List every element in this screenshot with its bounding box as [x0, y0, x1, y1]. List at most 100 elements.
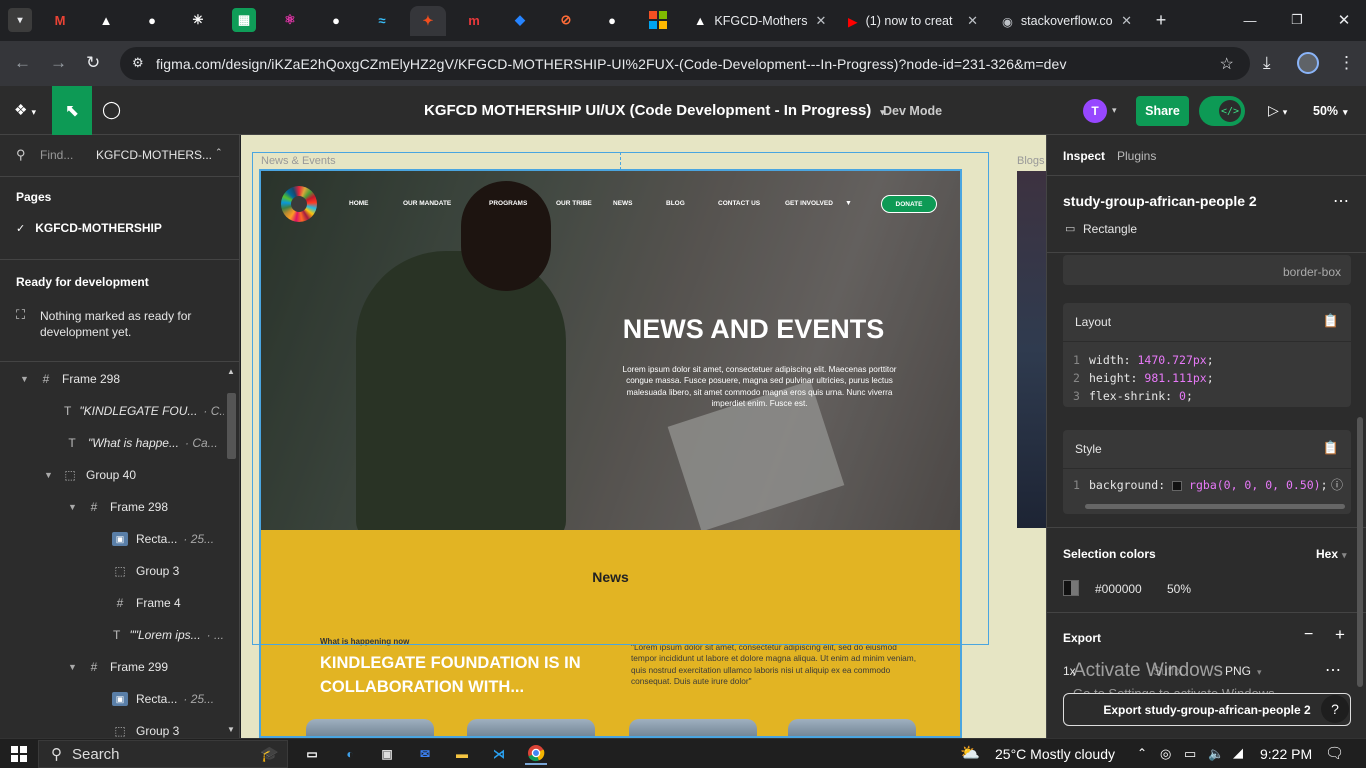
chevron-down-icon[interactable]: ▼ [68, 502, 78, 512]
windows-start-icon[interactable] [8, 743, 30, 765]
dev-mode-toggle[interactable]: </> [1199, 96, 1245, 126]
news-card-image[interactable] [629, 719, 757, 736]
store-icon[interactable]: ▣ [376, 743, 398, 765]
panel-scrollbar[interactable] [1357, 417, 1363, 687]
edge-icon[interactable]: ◐ [339, 743, 361, 765]
frame-label-blogs[interactable]: Blogs [1017, 155, 1045, 167]
profile-avatar[interactable] [1297, 52, 1319, 74]
wifi-icon[interactable]: ◢ [1233, 745, 1243, 761]
scroll-up-arrow-icon[interactable]: ▲ [227, 367, 235, 376]
help-icon[interactable]: ? [1321, 695, 1349, 723]
site-settings-icon[interactable]: ⚙ [132, 55, 144, 71]
layer-row[interactable]: ⬚ Group 3 [0, 555, 224, 587]
chevron-down-icon[interactable]: ▾ [1112, 105, 1117, 116]
file-explorer-icon[interactable]: ▬ [451, 743, 473, 765]
new-tab-button[interactable]: + [1149, 8, 1173, 32]
chrome-icon[interactable] [525, 743, 547, 765]
clock-time[interactable]: 9:22 PM [1260, 746, 1312, 762]
donate-button[interactable]: DONATE [881, 195, 937, 213]
nav-news[interactable]: NEWS [613, 200, 633, 207]
nav-home[interactable]: HOME [349, 200, 369, 207]
page-item-current[interactable]: ✓ KGFCD-MOTHERSHIP [16, 221, 162, 235]
copy-icon[interactable]: 📋 [1323, 440, 1339, 456]
battery-icon[interactable]: ▭ [1184, 746, 1196, 762]
info-icon[interactable]: ⓘ [1331, 476, 1343, 493]
avatar[interactable]: T [1083, 99, 1107, 123]
gmail-icon[interactable]: M [48, 8, 72, 32]
github-icon[interactable]: ● [324, 8, 348, 32]
tab-search-chevron-down-icon[interactable]: ▾ [8, 8, 32, 32]
layer-row[interactable]: ▼ ⬚ Group 40 [0, 459, 224, 491]
restore-button[interactable]: ❐ [1285, 8, 1309, 32]
news-card-image[interactable] [467, 719, 595, 736]
tab-inspect[interactable]: Inspect [1063, 149, 1105, 163]
close-icon[interactable]: ✕ [1121, 13, 1132, 29]
share-button[interactable]: Share [1136, 96, 1189, 126]
tab-stackoverflow[interactable]: ◉ stackoverflow.co ✕ [992, 6, 1142, 36]
download-icon[interactable]: ⤓ [1263, 53, 1271, 73]
bookmark-star-icon[interactable]: ☆ [1220, 54, 1234, 74]
copy-icon[interactable]: 📋 [1323, 313, 1339, 329]
taskbar-search[interactable]: ⚲ Search 🎓 [38, 740, 288, 768]
scroll-down-arrow-icon[interactable]: ▼ [227, 725, 235, 734]
close-icon[interactable]: ✕ [815, 13, 826, 29]
nav-programs[interactable]: PROGRAMS [489, 200, 527, 207]
selection-hex[interactable]: #000000 [1095, 582, 1142, 596]
mail-icon[interactable]: ✉ [414, 743, 436, 765]
microsoft-icon[interactable] [646, 8, 670, 32]
meet-now-icon[interactable]: ◎ [1160, 746, 1171, 762]
nav-get-involved[interactable]: GET INVOLVED [785, 200, 833, 207]
find-input[interactable]: Find... [40, 148, 73, 162]
news-events-frame[interactable]: HOME OUR MANDATE PROGRAMS OUR TRIBE NEWS… [259, 169, 962, 738]
back-arrow-icon[interactable]: ← [14, 53, 31, 73]
layer-row[interactable]: ⬚ Group 3 [0, 715, 224, 738]
scrollbar-thumb[interactable] [227, 393, 236, 459]
color-swatch[interactable] [1063, 580, 1079, 596]
news-card-image[interactable] [306, 719, 434, 736]
tab-youtube[interactable]: ▶ (1) now to creat ✕ [838, 6, 988, 36]
chatgpt-icon[interactable]: ✳ [186, 8, 210, 32]
color-format-select[interactable]: Hex ▾ [1316, 547, 1347, 561]
layer-row[interactable]: T "KINDLEGATE FOU... · C... [0, 395, 229, 427]
layer-row[interactable]: ▣ Recta... · 25... [0, 683, 224, 715]
export-button[interactable]: Export study-group-african-people 2 [1063, 693, 1351, 726]
nav-contact[interactable]: CONTACT US [718, 200, 760, 207]
move-tool-cursor-icon[interactable]: ⬉ [52, 86, 92, 135]
tailwind-icon[interactable]: ≈ [370, 8, 394, 32]
more-options-icon[interactable]: ⋯ [1325, 660, 1341, 680]
caret-down-icon[interactable]: ▼ [845, 200, 852, 207]
figma-icon[interactable]: ✦ [410, 6, 446, 36]
close-window-button[interactable]: ✕ [1332, 8, 1356, 32]
github-icon[interactable]: ● [600, 8, 624, 32]
news-card-image[interactable] [788, 719, 916, 736]
close-icon[interactable]: ✕ [967, 13, 978, 29]
notification-center-icon[interactable]: 🗨 [1325, 744, 1344, 762]
nav-blog[interactable]: BLOG [666, 200, 685, 207]
tab-plugins[interactable]: Plugins [1117, 149, 1156, 163]
layer-row[interactable]: ▼ # Frame 298 [0, 491, 224, 523]
jira-icon[interactable]: ◆ [508, 8, 532, 32]
figma-menu-icon[interactable]: ❖ ▾ [14, 101, 36, 119]
task-view-icon[interactable]: ▭ [301, 743, 323, 765]
plus-icon[interactable]: + [1335, 625, 1345, 645]
vscode-icon[interactable]: ⋊ [488, 743, 510, 765]
chevron-down-icon[interactable]: ▼ [20, 374, 30, 384]
blogs-frame-preview[interactable] [1017, 171, 1046, 528]
hero-image[interactable]: HOME OUR MANDATE PROGRAMS OUR TRIBE NEWS… [261, 171, 960, 530]
browser-menu-icon[interactable]: ⋮ [1338, 53, 1355, 73]
address-bar[interactable]: ⚙ figma.com/design/iKZaE2hQoxgCZmElyHZ2g… [120, 47, 1250, 80]
comment-icon[interactable]: ◯ [102, 100, 121, 120]
react-icon[interactable]: ⚛ [278, 8, 302, 32]
layer-row[interactable]: ▼ # Frame 298 [0, 363, 224, 395]
zoom-level[interactable]: 50% ▾ [1313, 104, 1348, 118]
more-options-icon[interactable]: ⋯ [1333, 191, 1349, 211]
layer-row[interactable]: T ""Lorem ips... · ... [0, 619, 224, 651]
notion-icon[interactable]: ▲ [94, 8, 118, 32]
nav-mandate[interactable]: OUR MANDATE [403, 200, 451, 207]
mural-icon[interactable]: m [462, 8, 486, 32]
horizontal-scrollbar[interactable] [1085, 504, 1345, 509]
sheets-icon[interactable]: ▦ [232, 8, 256, 32]
chevron-up-icon[interactable]: ⌃ [215, 147, 223, 158]
layer-row[interactable]: ▣ Recta... · 25... [0, 523, 224, 555]
weather-cloudy-icon[interactable]: ⛅ [960, 743, 980, 763]
